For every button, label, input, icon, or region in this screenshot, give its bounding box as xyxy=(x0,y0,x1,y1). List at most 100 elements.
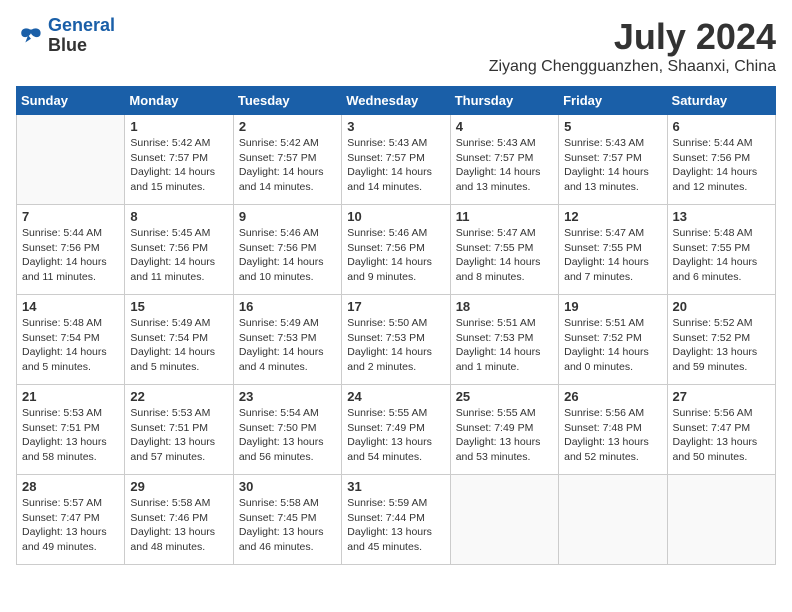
logo: General Blue xyxy=(16,16,115,56)
daylight: Daylight: 14 hours and 10 minutes. xyxy=(239,256,324,283)
sunset: Sunset: 7:56 PM xyxy=(22,242,100,254)
day-number: 28 xyxy=(22,479,119,494)
cell-info: Sunrise: 5:54 AM Sunset: 7:50 PM Dayligh… xyxy=(239,406,336,465)
cell-info: Sunrise: 5:44 AM Sunset: 7:56 PM Dayligh… xyxy=(22,226,119,285)
daylight: Daylight: 14 hours and 11 minutes. xyxy=(22,256,107,283)
sunrise: Sunrise: 5:49 AM xyxy=(130,317,210,329)
logo-icon xyxy=(16,22,44,50)
daylight: Daylight: 13 hours and 57 minutes. xyxy=(130,436,215,463)
sunset: Sunset: 7:54 PM xyxy=(130,332,208,344)
sunrise: Sunrise: 5:52 AM xyxy=(673,317,753,329)
sunset: Sunset: 7:45 PM xyxy=(239,512,317,524)
calendar-cell: 15 Sunrise: 5:49 AM Sunset: 7:54 PM Dayl… xyxy=(125,295,233,385)
daylight: Daylight: 14 hours and 14 minutes. xyxy=(239,166,324,193)
sunset: Sunset: 7:52 PM xyxy=(564,332,642,344)
cell-info: Sunrise: 5:51 AM Sunset: 7:52 PM Dayligh… xyxy=(564,316,661,375)
calendar-cell: 28 Sunrise: 5:57 AM Sunset: 7:47 PM Dayl… xyxy=(17,475,125,565)
calendar-cell: 1 Sunrise: 5:42 AM Sunset: 7:57 PM Dayli… xyxy=(125,115,233,205)
logo-line1: General xyxy=(48,15,115,35)
sunset: Sunset: 7:51 PM xyxy=(130,422,208,434)
day-number: 12 xyxy=(564,209,661,224)
cell-info: Sunrise: 5:56 AM Sunset: 7:47 PM Dayligh… xyxy=(673,406,770,465)
daylight: Daylight: 13 hours and 46 minutes. xyxy=(239,526,324,553)
sunset: Sunset: 7:56 PM xyxy=(239,242,317,254)
cell-info: Sunrise: 5:51 AM Sunset: 7:53 PM Dayligh… xyxy=(456,316,553,375)
sunrise: Sunrise: 5:47 AM xyxy=(564,227,644,239)
sunset: Sunset: 7:47 PM xyxy=(673,422,751,434)
cell-info: Sunrise: 5:55 AM Sunset: 7:49 PM Dayligh… xyxy=(456,406,553,465)
cell-info: Sunrise: 5:45 AM Sunset: 7:56 PM Dayligh… xyxy=(130,226,227,285)
day-number: 8 xyxy=(130,209,227,224)
day-number: 11 xyxy=(456,209,553,224)
day-number: 18 xyxy=(456,299,553,314)
cell-info: Sunrise: 5:58 AM Sunset: 7:46 PM Dayligh… xyxy=(130,496,227,555)
daylight: Daylight: 13 hours and 45 minutes. xyxy=(347,526,432,553)
sunset: Sunset: 7:44 PM xyxy=(347,512,425,524)
sunset: Sunset: 7:50 PM xyxy=(239,422,317,434)
sunrise: Sunrise: 5:46 AM xyxy=(239,227,319,239)
cell-info: Sunrise: 5:55 AM Sunset: 7:49 PM Dayligh… xyxy=(347,406,444,465)
daylight: Daylight: 14 hours and 1 minute. xyxy=(456,346,541,373)
cell-info: Sunrise: 5:46 AM Sunset: 7:56 PM Dayligh… xyxy=(347,226,444,285)
calendar-week-row: 1 Sunrise: 5:42 AM Sunset: 7:57 PM Dayli… xyxy=(17,115,776,205)
sunrise: Sunrise: 5:44 AM xyxy=(22,227,102,239)
sunset: Sunset: 7:56 PM xyxy=(347,242,425,254)
daylight: Daylight: 13 hours and 54 minutes. xyxy=(347,436,432,463)
day-number: 31 xyxy=(347,479,444,494)
calendar-week-row: 14 Sunrise: 5:48 AM Sunset: 7:54 PM Dayl… xyxy=(17,295,776,385)
header-row: SundayMondayTuesdayWednesdayThursdayFrid… xyxy=(17,87,776,115)
calendar-cell: 5 Sunrise: 5:43 AM Sunset: 7:57 PM Dayli… xyxy=(559,115,667,205)
sunrise: Sunrise: 5:53 AM xyxy=(22,407,102,419)
daylight: Daylight: 13 hours and 48 minutes. xyxy=(130,526,215,553)
sunset: Sunset: 7:53 PM xyxy=(347,332,425,344)
sunrise: Sunrise: 5:51 AM xyxy=(564,317,644,329)
calendar-cell: 31 Sunrise: 5:59 AM Sunset: 7:44 PM Dayl… xyxy=(342,475,450,565)
cell-info: Sunrise: 5:53 AM Sunset: 7:51 PM Dayligh… xyxy=(22,406,119,465)
calendar-cell: 27 Sunrise: 5:56 AM Sunset: 7:47 PM Dayl… xyxy=(667,385,775,475)
title-block: July 2024 Ziyang Chengguanzhen, Shaanxi,… xyxy=(489,16,776,76)
calendar-cell: 8 Sunrise: 5:45 AM Sunset: 7:56 PM Dayli… xyxy=(125,205,233,295)
calendar-cell xyxy=(17,115,125,205)
sunrise: Sunrise: 5:46 AM xyxy=(347,227,427,239)
calendar-cell: 3 Sunrise: 5:43 AM Sunset: 7:57 PM Dayli… xyxy=(342,115,450,205)
day-number: 3 xyxy=(347,119,444,134)
calendar-cell: 17 Sunrise: 5:50 AM Sunset: 7:53 PM Dayl… xyxy=(342,295,450,385)
sunset: Sunset: 7:56 PM xyxy=(673,152,751,164)
sunset: Sunset: 7:57 PM xyxy=(130,152,208,164)
cell-info: Sunrise: 5:43 AM Sunset: 7:57 PM Dayligh… xyxy=(456,136,553,195)
cell-info: Sunrise: 5:42 AM Sunset: 7:57 PM Dayligh… xyxy=(130,136,227,195)
calendar-cell xyxy=(667,475,775,565)
sunset: Sunset: 7:49 PM xyxy=(456,422,534,434)
sunrise: Sunrise: 5:43 AM xyxy=(564,137,644,149)
day-number: 25 xyxy=(456,389,553,404)
header-day: Monday xyxy=(125,87,233,115)
calendar-cell: 4 Sunrise: 5:43 AM Sunset: 7:57 PM Dayli… xyxy=(450,115,558,205)
day-number: 7 xyxy=(22,209,119,224)
day-number: 15 xyxy=(130,299,227,314)
daylight: Daylight: 14 hours and 4 minutes. xyxy=(239,346,324,373)
daylight: Daylight: 13 hours and 58 minutes. xyxy=(22,436,107,463)
daylight: Daylight: 14 hours and 12 minutes. xyxy=(673,166,758,193)
cell-info: Sunrise: 5:50 AM Sunset: 7:53 PM Dayligh… xyxy=(347,316,444,375)
cell-info: Sunrise: 5:47 AM Sunset: 7:55 PM Dayligh… xyxy=(564,226,661,285)
day-number: 4 xyxy=(456,119,553,134)
cell-info: Sunrise: 5:52 AM Sunset: 7:52 PM Dayligh… xyxy=(673,316,770,375)
cell-info: Sunrise: 5:49 AM Sunset: 7:54 PM Dayligh… xyxy=(130,316,227,375)
calendar-cell: 19 Sunrise: 5:51 AM Sunset: 7:52 PM Dayl… xyxy=(559,295,667,385)
day-number: 10 xyxy=(347,209,444,224)
day-number: 1 xyxy=(130,119,227,134)
sunset: Sunset: 7:57 PM xyxy=(456,152,534,164)
daylight: Daylight: 14 hours and 7 minutes. xyxy=(564,256,649,283)
sunset: Sunset: 7:57 PM xyxy=(347,152,425,164)
daylight: Daylight: 14 hours and 11 minutes. xyxy=(130,256,215,283)
sunrise: Sunrise: 5:54 AM xyxy=(239,407,319,419)
daylight: Daylight: 14 hours and 6 minutes. xyxy=(673,256,758,283)
daylight: Daylight: 14 hours and 5 minutes. xyxy=(130,346,215,373)
sunset: Sunset: 7:53 PM xyxy=(239,332,317,344)
calendar-cell: 20 Sunrise: 5:52 AM Sunset: 7:52 PM Dayl… xyxy=(667,295,775,385)
calendar-cell: 30 Sunrise: 5:58 AM Sunset: 7:45 PM Dayl… xyxy=(233,475,341,565)
sunset: Sunset: 7:47 PM xyxy=(22,512,100,524)
sunrise: Sunrise: 5:48 AM xyxy=(22,317,102,329)
calendar-cell: 25 Sunrise: 5:55 AM Sunset: 7:49 PM Dayl… xyxy=(450,385,558,475)
header-day: Wednesday xyxy=(342,87,450,115)
